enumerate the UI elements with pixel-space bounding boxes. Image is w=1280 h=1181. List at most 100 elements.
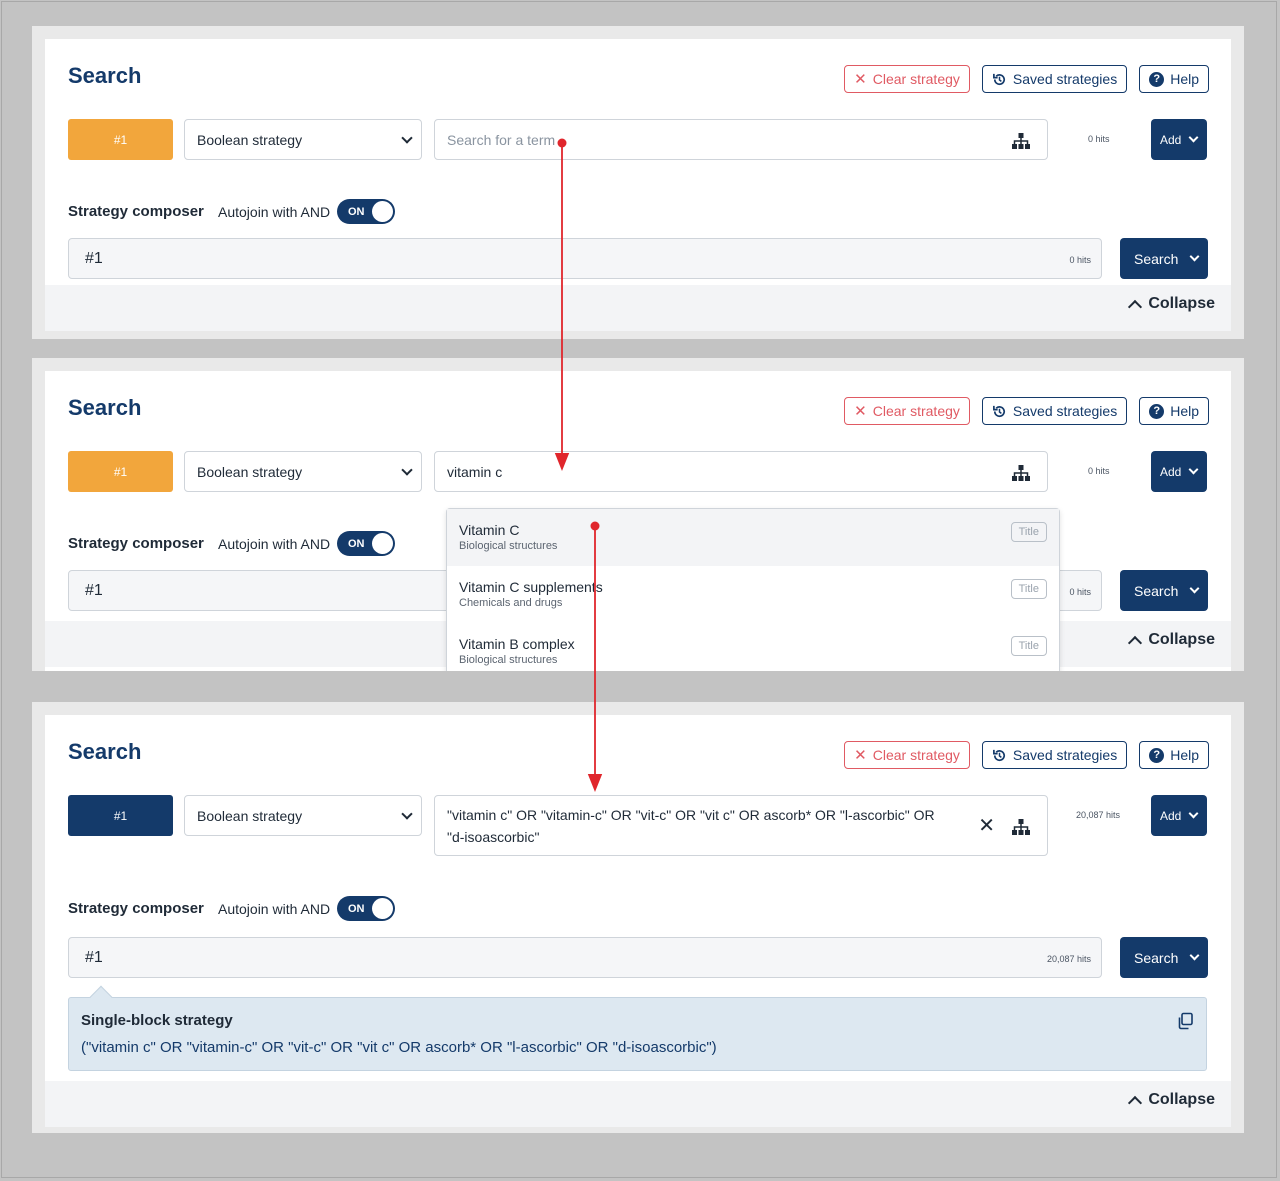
composer-value: #1: [85, 249, 103, 267]
search-value: "vitamin c" OR "vitamin-c" OR "vit-c" OR…: [447, 806, 935, 845]
saved-strategies-button[interactable]: Saved strategies: [981, 741, 1128, 769]
clear-strategy-button[interactable]: ✕ Clear strategy: [844, 741, 970, 769]
hierarchy-icon[interactable]: [1011, 132, 1031, 150]
chevron-down-icon: [1188, 132, 1199, 143]
strategy-type-select[interactable]: Boolean strategy: [184, 451, 422, 492]
history-icon: [992, 749, 1005, 761]
suggestion-dropdown: Vitamin C Biological structures Title Vi…: [446, 508, 1060, 671]
search-row: #1 Boolean strategy vitamin c 0 hits Add: [68, 451, 1208, 493]
clear-input-icon[interactable]: ✕: [978, 815, 995, 837]
chevron-down-icon: [1188, 808, 1199, 819]
copy-icon[interactable]: [1176, 1012, 1194, 1030]
autojoin-toggle[interactable]: ON: [337, 896, 395, 921]
strategy-type-value: Boolean strategy: [197, 807, 303, 824]
saved-strategies-button[interactable]: Saved strategies: [981, 65, 1128, 93]
hierarchy-icon[interactable]: [1011, 464, 1031, 482]
add-button[interactable]: Add: [1151, 119, 1207, 160]
clear-strategy-label: Clear strategy: [872, 71, 960, 87]
clear-strategy-button[interactable]: ✕ Clear strategy: [844, 65, 970, 93]
suggestion-item[interactable]: Vitamin C Biological structures Title: [447, 509, 1059, 566]
suggestion-item[interactable]: Vitamin B complex Biological structures …: [447, 623, 1059, 671]
strategy-composer-label: Strategy composer: [68, 535, 204, 552]
saved-strategies-button[interactable]: Saved strategies: [981, 397, 1128, 425]
collapse-label: Collapse: [1148, 631, 1215, 648]
composer-hits: 0 hits: [1069, 587, 1091, 597]
clear-strategy-label: Clear strategy: [872, 403, 960, 419]
help-icon: ?: [1149, 71, 1165, 87]
block-number-chip[interactable]: #1: [68, 795, 173, 836]
toggle-knob: [372, 533, 393, 554]
search-placeholder: Search for a term: [447, 131, 556, 148]
help-icon: ?: [1149, 747, 1165, 763]
add-label: Add: [1160, 808, 1182, 823]
toggle-knob: [372, 898, 393, 919]
top-actions: ✕ Clear strategy Saved strategies ? Help: [844, 741, 1209, 769]
add-button[interactable]: Add: [1151, 795, 1207, 836]
toggle-knob: [372, 201, 393, 222]
search-row: #1 Boolean strategy Search for a term 0 …: [68, 119, 1208, 161]
saved-strategies-label: Saved strategies: [1012, 747, 1118, 763]
strategy-composer-label: Strategy composer: [68, 203, 204, 220]
search-term-input[interactable]: vitamin c: [434, 451, 1048, 492]
suggestion-category: Chemicals and drugs: [459, 597, 563, 609]
suggestion-title: Vitamin C supplements: [459, 579, 603, 595]
single-block-strategy-box: Single-block strategy ("vitamin c" OR "v…: [68, 985, 1207, 1071]
clear-strategy-label: Clear strategy: [872, 747, 960, 763]
close-icon: ✕: [854, 70, 867, 88]
chevron-down-icon: [401, 464, 413, 476]
autojoin-label: Autojoin with AND: [218, 536, 331, 552]
suggestion-badge: Title: [1010, 522, 1047, 542]
block-number-chip[interactable]: #1: [68, 451, 173, 492]
help-button[interactable]: ? Help: [1139, 397, 1209, 425]
chevron-down-icon: [1189, 251, 1200, 262]
suggestion-item[interactable]: Vitamin C supplements Chemicals and drug…: [447, 566, 1059, 623]
strategy-composer-input[interactable]: #1 20,087 hits: [68, 937, 1102, 978]
history-icon: [992, 73, 1005, 85]
search-term-input[interactable]: "vitamin c" OR "vitamin-c" OR "vit-c" OR…: [434, 795, 1048, 856]
strategy-composer-input[interactable]: #1 0 hits: [68, 238, 1102, 279]
suggestion-badge: Title: [1010, 636, 1047, 656]
composer-value: #1: [85, 948, 103, 966]
search-button[interactable]: Search: [1120, 570, 1208, 611]
chevron-down-icon: [401, 132, 413, 144]
chevron-up-icon: [1128, 299, 1143, 314]
search-row: #1 Boolean strategy "vitamin c" OR "vita…: [68, 795, 1208, 857]
hits-count: 0 hits: [1088, 134, 1110, 144]
collapse-button[interactable]: Collapse: [1128, 1091, 1215, 1110]
clear-strategy-button[interactable]: ✕ Clear strategy: [844, 397, 970, 425]
add-button[interactable]: Add: [1151, 451, 1207, 492]
toggle-state: ON: [348, 205, 365, 218]
help-button[interactable]: ? Help: [1139, 65, 1209, 93]
history-icon: [992, 405, 1005, 417]
search-panel-typing: Search ✕ Clear strategy Saved strategies…: [32, 358, 1244, 671]
strategy-type-select[interactable]: Boolean strategy: [184, 119, 422, 160]
collapse-label: Collapse: [1148, 295, 1215, 312]
add-label: Add: [1160, 132, 1182, 147]
saved-strategies-label: Saved strategies: [1012, 403, 1118, 419]
search-term-input[interactable]: Search for a term: [434, 119, 1048, 160]
collapse-label: Collapse: [1148, 1091, 1215, 1108]
collapse-button[interactable]: Collapse: [1128, 631, 1215, 650]
search-value: vitamin c: [447, 463, 503, 480]
block-number-chip[interactable]: #1: [68, 119, 173, 160]
card-footer: Collapse: [45, 1081, 1231, 1127]
search-button[interactable]: Search: [1120, 937, 1208, 978]
search-button[interactable]: Search: [1120, 238, 1208, 279]
search-label: Search: [1134, 250, 1179, 267]
saved-strategies-label: Saved strategies: [1012, 71, 1118, 87]
autojoin-toggle[interactable]: ON: [337, 199, 395, 224]
help-button[interactable]: ? Help: [1139, 741, 1209, 769]
collapse-button[interactable]: Collapse: [1128, 295, 1215, 314]
search-panel-result: Search ✕ Clear strategy Saved strategies…: [32, 702, 1244, 1133]
suggestion-title: Vitamin C: [459, 522, 520, 538]
help-icon: ?: [1149, 403, 1165, 419]
strategy-type-select[interactable]: Boolean strategy: [184, 795, 422, 836]
hierarchy-icon[interactable]: [1011, 818, 1031, 836]
card-footer: Collapse: [45, 285, 1231, 331]
search-panel-empty: Search ✕ Clear strategy Saved strategies…: [32, 26, 1244, 339]
autojoin-toggle[interactable]: ON: [337, 531, 395, 556]
search-label: Search: [1134, 949, 1179, 966]
search-card: Search ✕ Clear strategy Saved strategies…: [45, 39, 1231, 331]
page-title: Search: [68, 395, 142, 420]
chevron-down-icon: [1188, 464, 1199, 475]
